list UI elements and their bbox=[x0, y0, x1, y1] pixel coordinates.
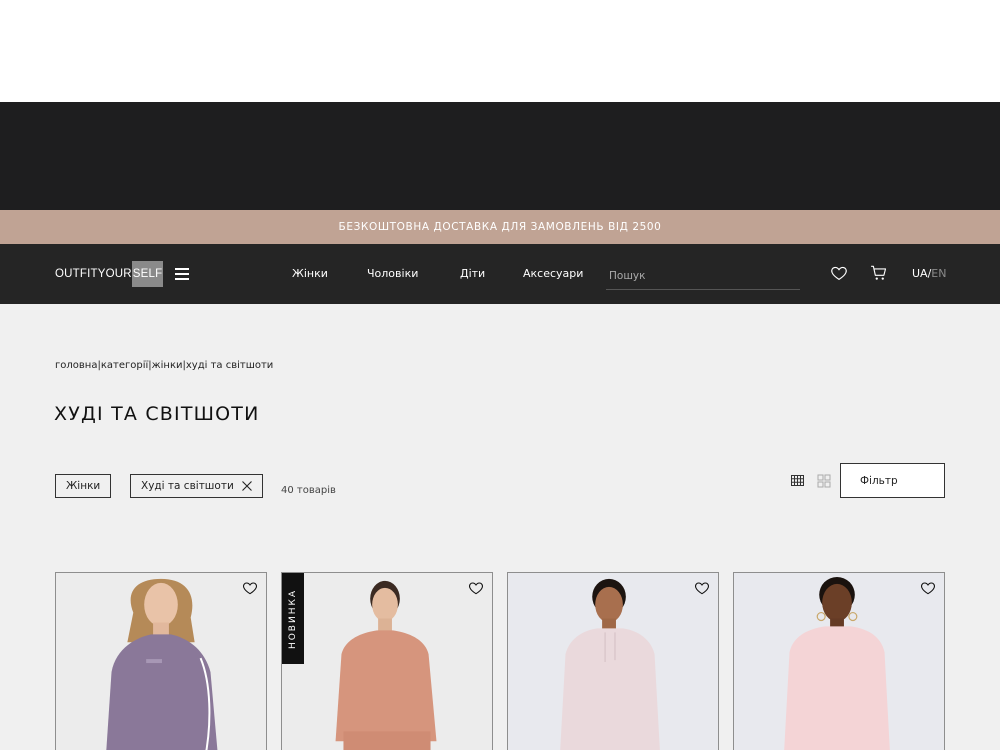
logo[interactable]: OUTFITYOUR SELF bbox=[55, 261, 164, 287]
heart-icon[interactable] bbox=[242, 580, 258, 596]
product-image bbox=[282, 573, 492, 750]
product-card[interactable] bbox=[507, 572, 719, 750]
site-header: OUTFITYOUR SELF Жінки Чоловіки Діти Аксес… bbox=[0, 244, 1000, 304]
search-field bbox=[606, 262, 800, 290]
breadcrumb-home[interactable]: головна bbox=[55, 360, 97, 371]
breadcrumb: головна|категорії|жінки|худі та світшоти bbox=[55, 360, 273, 371]
filter-chip-women[interactable]: Жінки bbox=[55, 474, 112, 498]
grid-4-icon[interactable] bbox=[791, 474, 805, 488]
promo-text: БЕЗКОШТОВНА ДОСТАВКА ДЛЯ ЗАМОВЛЕНЬ ВІД 2… bbox=[338, 221, 662, 233]
promo-bar: БЕЗКОШТОВНА ДОСТАВКА ДЛЯ ЗАМОВЛЕНЬ ВІД 2… bbox=[0, 210, 1000, 244]
new-badge: НОВИНКА bbox=[282, 573, 304, 664]
nav-item-accessories[interactable]: Аксесуари bbox=[523, 267, 583, 280]
logo-highlight: SELF bbox=[131, 261, 164, 287]
chip-label: Худі та світшоти bbox=[141, 480, 234, 492]
cart-icon[interactable] bbox=[870, 264, 888, 282]
nav-item-women[interactable]: Жінки bbox=[292, 267, 328, 280]
close-icon[interactable] bbox=[241, 481, 252, 491]
breadcrumb-current: худі та світшоти bbox=[185, 360, 274, 371]
nav-item-men[interactable]: Чоловіки bbox=[367, 267, 418, 280]
filter-chip-hoodies[interactable]: Худі та світшоти bbox=[130, 474, 263, 498]
top-blank-area bbox=[0, 0, 1000, 102]
filter-button[interactable]: Фільтр bbox=[840, 463, 945, 498]
heart-icon[interactable] bbox=[920, 580, 936, 596]
product-image bbox=[734, 573, 944, 750]
heart-icon[interactable] bbox=[694, 580, 710, 596]
menu-icon[interactable] bbox=[175, 268, 189, 280]
product-count: 40 товарів bbox=[281, 485, 336, 496]
product-card[interactable] bbox=[55, 572, 267, 750]
heart-icon[interactable] bbox=[830, 264, 848, 282]
badge-label: НОВИНКА bbox=[288, 588, 299, 649]
chip-label: Жінки bbox=[66, 480, 101, 492]
breadcrumb-categories[interactable]: категорії bbox=[101, 360, 148, 371]
lang-en[interactable]: EN bbox=[931, 267, 946, 280]
product-image bbox=[56, 573, 266, 750]
lang-ua[interactable]: UA bbox=[912, 267, 928, 280]
heart-icon[interactable] bbox=[468, 580, 484, 596]
logo-main: OUTFITYOUR bbox=[55, 268, 132, 280]
page-title: ХУДІ ТА СВІТШОТИ bbox=[54, 403, 260, 425]
product-image bbox=[508, 573, 718, 750]
language-switcher[interactable]: UA/EN bbox=[912, 267, 946, 280]
product-card[interactable]: НОВИНКА bbox=[281, 572, 493, 750]
breadcrumb-women[interactable]: жінки bbox=[152, 360, 183, 371]
search-input[interactable] bbox=[606, 262, 800, 289]
nav-item-kids[interactable]: Діти bbox=[460, 267, 485, 280]
grid-2-icon[interactable] bbox=[817, 474, 831, 488]
product-card[interactable] bbox=[733, 572, 945, 750]
hero-band bbox=[0, 102, 1000, 210]
